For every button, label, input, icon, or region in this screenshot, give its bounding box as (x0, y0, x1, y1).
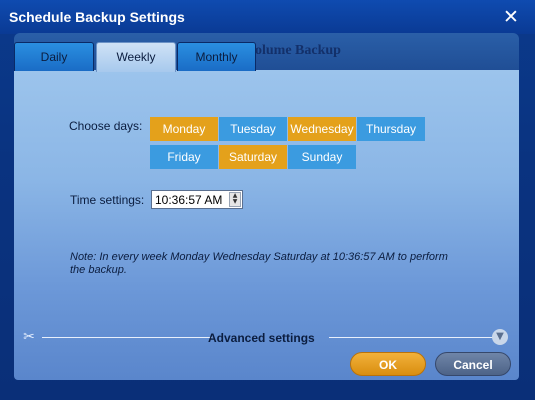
divider-right (329, 337, 494, 338)
day-friday-button[interactable]: Friday (150, 145, 218, 169)
day-tuesday-button[interactable]: Tuesday (219, 117, 287, 141)
chevron-down-icon[interactable]: ▼ (492, 329, 508, 345)
day-saturday-button[interactable]: Saturday (219, 145, 287, 169)
title-bar: Schedule Backup Settings ✕ (0, 0, 535, 34)
advanced-settings-row: ✂ Advanced settings ▼ (14, 325, 519, 349)
ok-button[interactable]: OK (350, 352, 426, 376)
spin-down-icon[interactable]: ▼ (230, 199, 240, 205)
day-sunday-button[interactable]: Sunday (288, 145, 356, 169)
cancel-button[interactable]: Cancel (435, 352, 511, 376)
day-wednesday-button[interactable]: Wednesday (288, 117, 356, 141)
background-panel-title: olume Backup (255, 43, 341, 58)
time-value: 10:36:57 AM (155, 193, 223, 207)
tab-monthly[interactable]: Monthly (177, 42, 256, 71)
day-monday-button[interactable]: Monday (150, 117, 218, 141)
day-thursday-button[interactable]: Thursday (357, 117, 425, 141)
close-icon[interactable]: ✕ (501, 7, 521, 27)
schedule-backup-dialog: Schedule Backup Settings ✕ olume Backup … (0, 0, 535, 400)
advanced-settings-label[interactable]: Advanced settings (208, 331, 315, 345)
time-input[interactable]: 10:36:57 AM ▲ ▼ (151, 190, 243, 209)
time-spinner[interactable]: ▲ ▼ (229, 192, 241, 207)
tab-monthly-label: Monthly (195, 50, 238, 64)
backup-note: Note: In every week Monday Wednesday Sat… (70, 251, 448, 276)
tab-weekly-label: Weekly (116, 50, 156, 64)
tab-weekly[interactable]: Weekly (96, 42, 176, 72)
tab-daily-label: Daily (40, 50, 68, 64)
dialog-title: Schedule Backup Settings (9, 9, 185, 25)
divider-left (42, 337, 212, 338)
choose-days-label: Choose days: (69, 119, 143, 133)
time-settings-label: Time settings: (70, 193, 145, 207)
tools-icon[interactable]: ✂ (20, 328, 38, 346)
tab-daily[interactable]: Daily (14, 42, 94, 71)
